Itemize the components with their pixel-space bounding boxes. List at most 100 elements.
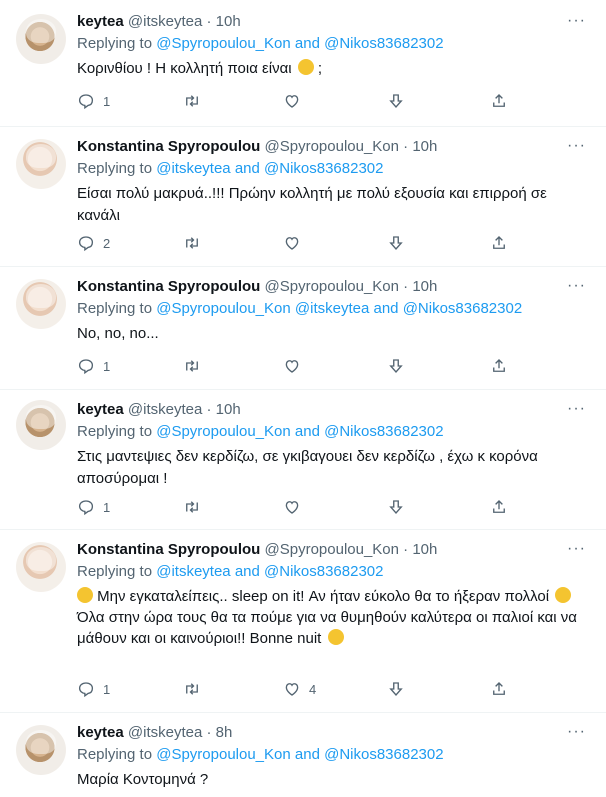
tweet[interactable]: Konstantina Spyropoulou @Spyropoulou_Kon…: [0, 127, 606, 267]
laughing-emoji-icon: [297, 59, 314, 75]
display-name[interactable]: keytea: [77, 401, 124, 418]
more-icon[interactable]: ···: [567, 401, 586, 417]
like-button[interactable]: [283, 90, 301, 112]
timestamp[interactable]: 10h: [412, 138, 437, 155]
tweet-text: Μαρία Κοντομηνά ?: [77, 771, 209, 788]
mention-link[interactable]: @Spyropoulou_Kon: [156, 423, 291, 440]
retweet-button[interactable]: [183, 90, 201, 112]
mention-link[interactable]: @Nikos83682302: [324, 35, 443, 52]
retweet-button[interactable]: [183, 355, 201, 377]
avatar[interactable]: [16, 542, 66, 592]
tweet-header: Konstantina Spyropoulou @Spyropoulou_Kon…: [77, 277, 586, 297]
more-icon[interactable]: ···: [567, 13, 586, 29]
user-handle[interactable]: @itskeytea: [128, 401, 202, 418]
mention-link[interactable]: @itskeytea: [156, 563, 230, 580]
avatar[interactable]: [16, 14, 66, 64]
replying-to: Replying to @Spyropoulou_Kon and @Nikos8…: [77, 745, 586, 765]
like-button[interactable]: [283, 496, 301, 518]
mention-link[interactable]: @Spyropoulou_Kon: [156, 746, 291, 763]
share-icon: [490, 680, 508, 698]
replying-to: Replying to @itskeytea and @Nikos8368230…: [77, 562, 586, 582]
mention-link[interactable]: @Spyropoulou_Kon: [156, 300, 291, 317]
display-name[interactable]: Konstantina Spyropoulou: [77, 138, 260, 155]
tweet[interactable]: Konstantina Spyropoulou @Spyropoulou_Kon…: [0, 530, 606, 713]
avatar[interactable]: [16, 279, 66, 329]
like-button[interactable]: 4: [283, 678, 316, 700]
avatar[interactable]: [16, 725, 66, 775]
mention-joiner: and: [294, 35, 320, 52]
separator: ·: [403, 278, 409, 295]
reply-button[interactable]: 1: [77, 355, 110, 377]
retweet-button[interactable]: [183, 232, 201, 254]
share-button[interactable]: [490, 90, 508, 112]
tweet[interactable]: keytea @itskeytea · 8h ··· Replying to @…: [0, 713, 606, 797]
mention-link[interactable]: @itskeytea: [156, 160, 230, 177]
share-icon: [490, 357, 508, 375]
mention-link[interactable]: @Nikos83682302: [264, 160, 383, 177]
user-handle[interactable]: @Spyropoulou_Kon: [265, 138, 400, 155]
display-name[interactable]: Konstantina Spyropoulou: [77, 541, 260, 558]
tweet[interactable]: Konstantina Spyropoulou @Spyropoulou_Kon…: [0, 267, 606, 390]
timestamp[interactable]: 10h: [216, 401, 241, 418]
timestamp[interactable]: 10h: [412, 541, 437, 558]
display-name[interactable]: Konstantina Spyropoulou: [77, 278, 260, 295]
downvote-button[interactable]: [387, 678, 405, 700]
reply-button[interactable]: 1: [77, 90, 110, 112]
avatar[interactable]: [16, 139, 66, 189]
replying-to-label: Replying to: [77, 300, 153, 317]
more-icon[interactable]: ···: [567, 138, 586, 154]
like-button[interactable]: [283, 232, 301, 254]
timestamp[interactable]: 10h: [216, 13, 241, 30]
mention-link[interactable]: @Nikos83682302: [324, 423, 443, 440]
more-icon[interactable]: ···: [567, 724, 586, 740]
more-icon[interactable]: ···: [567, 278, 586, 294]
display-name[interactable]: keytea: [77, 724, 124, 741]
user-handle[interactable]: @Spyropoulou_Kon: [265, 541, 400, 558]
mention-link[interactable]: @Nikos83682302: [264, 563, 383, 580]
more-icon[interactable]: ···: [567, 541, 586, 557]
avatar[interactable]: [16, 400, 66, 450]
user-handle[interactable]: @Spyropoulou_Kon: [265, 278, 400, 295]
reply-icon: [77, 357, 95, 375]
retweet-button[interactable]: [183, 678, 201, 700]
downvote-button[interactable]: [387, 355, 405, 377]
reply-icon: [77, 680, 95, 698]
timestamp[interactable]: 8h: [216, 724, 233, 741]
mention-link[interactable]: @Nikos83682302: [324, 746, 443, 763]
mention-joiner: and: [294, 423, 320, 440]
mention-joiner: and: [294, 746, 320, 763]
reply-button[interactable]: 1: [77, 678, 110, 700]
sleeping-emoji-icon: [327, 629, 344, 645]
user-handle[interactable]: @itskeytea: [128, 13, 202, 30]
wink-emoji-icon: [555, 587, 572, 603]
mention-link[interactable]: @itskeytea: [295, 300, 369, 317]
mention-link[interactable]: @Nikos83682302: [403, 300, 522, 317]
share-button[interactable]: [490, 496, 508, 518]
user-handle[interactable]: @itskeytea: [128, 724, 202, 741]
retweet-button[interactable]: [183, 496, 201, 518]
share-button[interactable]: [490, 355, 508, 377]
mention-link[interactable]: @Spyropoulou_Kon: [156, 35, 291, 52]
share-icon: [490, 498, 508, 516]
tweet[interactable]: keytea @itskeytea · 10h ··· Replying to …: [0, 390, 606, 530]
timestamp[interactable]: 10h: [412, 278, 437, 295]
like-button[interactable]: [283, 355, 301, 377]
tweet[interactable]: keytea @itskeytea · 10h ··· Replying to …: [0, 0, 606, 127]
share-icon: [490, 234, 508, 252]
share-button[interactable]: [490, 232, 508, 254]
downvote-icon: [387, 498, 405, 516]
downvote-icon: [387, 357, 405, 375]
replying-to: Replying to @Spyropoulou_Kon and @Nikos8…: [77, 34, 586, 54]
reply-button[interactable]: 1: [77, 496, 110, 518]
separator: ·: [206, 13, 212, 30]
reply-button[interactable]: 2: [77, 232, 110, 254]
retweet-icon: [183, 357, 201, 375]
downvote-button[interactable]: [387, 232, 405, 254]
share-icon: [490, 92, 508, 110]
share-button[interactable]: [490, 678, 508, 700]
tweet-text: No, no, no...: [77, 325, 159, 342]
like-icon: [283, 680, 301, 698]
downvote-button[interactable]: [387, 496, 405, 518]
downvote-button[interactable]: [387, 90, 405, 112]
display-name[interactable]: keytea: [77, 13, 124, 30]
